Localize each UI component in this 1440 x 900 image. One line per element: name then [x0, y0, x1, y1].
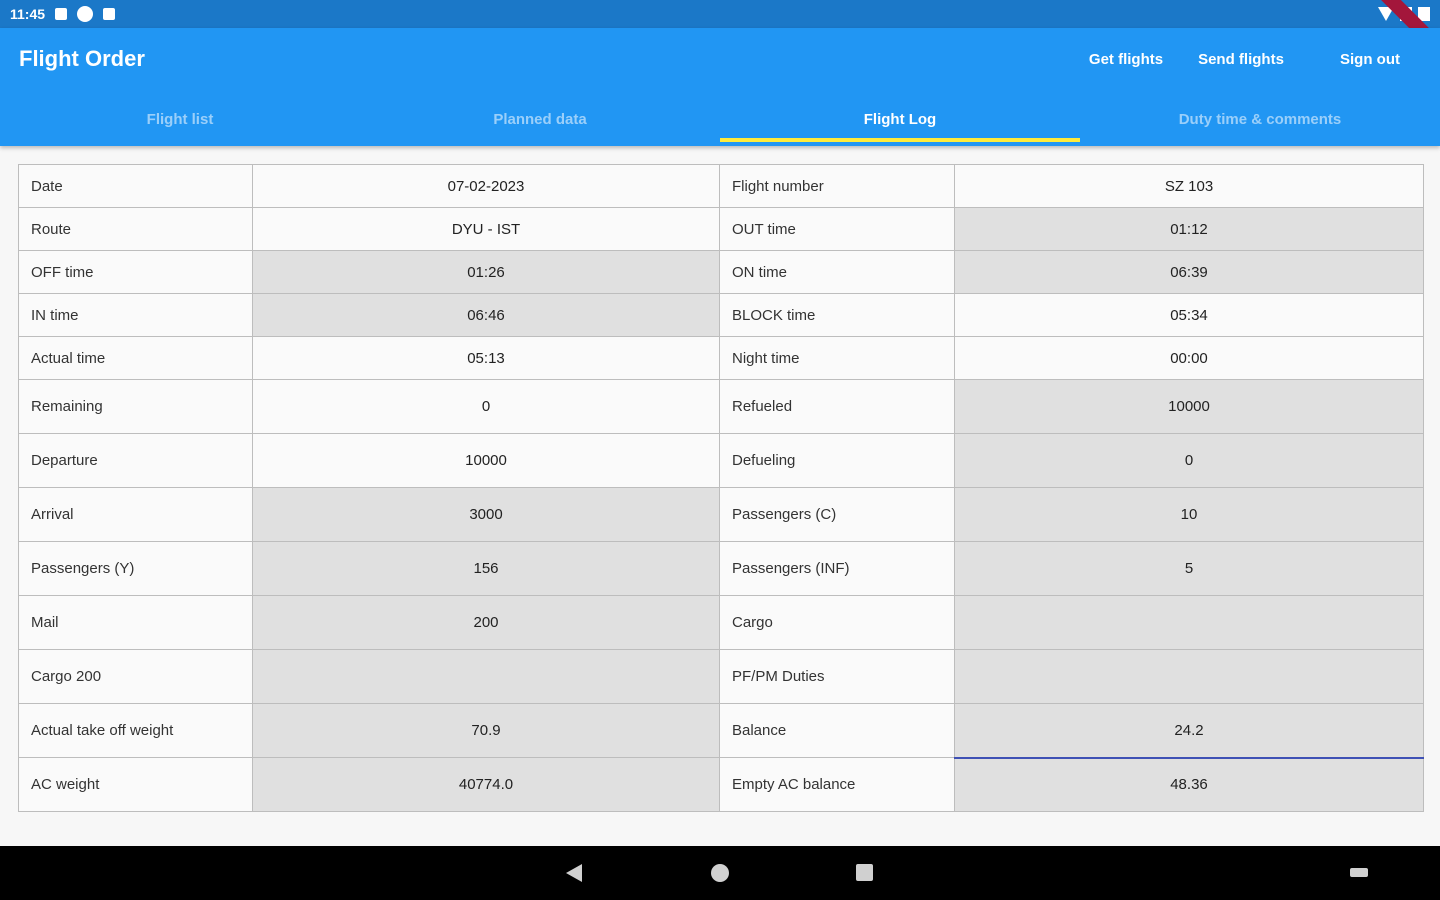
cell-label: BLOCK time	[719, 293, 955, 337]
cargo-field[interactable]	[954, 595, 1424, 650]
cell-label: IN time	[18, 293, 253, 337]
table-row: Route DYU - IST OUT time 01:12	[18, 207, 1424, 251]
keyboard-icon[interactable]	[1350, 868, 1368, 877]
cell-label: Cargo 200	[18, 649, 253, 704]
sign-out-button[interactable]: Sign out	[1320, 28, 1420, 90]
passengers-y-field[interactable]: 156	[252, 541, 720, 596]
cell-label: OFF time	[18, 250, 253, 294]
actual-takeoff-weight-field[interactable]: 70.9	[252, 703, 720, 758]
pf-pm-duties-field[interactable]	[954, 649, 1424, 704]
cell-label: Actual take off weight	[18, 703, 253, 758]
cell-label: Defueling	[719, 433, 955, 488]
table-row: Actual take off weight 70.9 Balance 24.2	[18, 703, 1424, 759]
refueled-field[interactable]: 10000	[954, 379, 1424, 434]
app-bar: Flight Order Get flights Send flights Si…	[0, 28, 1440, 146]
out-time-field[interactable]: 01:12	[954, 207, 1424, 251]
departure-value: 10000	[252, 433, 720, 488]
arrival-field[interactable]: 3000	[252, 487, 720, 542]
cell-label: AC weight	[18, 757, 253, 812]
table-row: AC weight 40774.0 Empty AC balance 48.36	[18, 757, 1424, 812]
home-icon[interactable]	[711, 864, 729, 882]
cell-label: Arrival	[18, 487, 253, 542]
cell-label: ON time	[719, 250, 955, 294]
cell-label: Balance	[719, 703, 955, 758]
block-time-value: 05:34	[954, 293, 1424, 337]
tab-duty-time[interactable]: Duty time & comments	[1080, 96, 1440, 142]
off-time-field[interactable]: 01:26	[252, 250, 720, 294]
passengers-c-field[interactable]: 10	[954, 487, 1424, 542]
cell-label: Empty AC balance	[719, 757, 955, 812]
defueling-field[interactable]: 0	[954, 433, 1424, 488]
cell-label: Flight number	[719, 164, 955, 208]
cell-label: Refueled	[719, 379, 955, 434]
cell-label: OUT time	[719, 207, 955, 251]
notification-icon	[55, 8, 68, 20]
status-time: 11:45	[10, 6, 46, 22]
table-row: Actual time 05:13 Night time 00:00	[18, 336, 1424, 380]
recent-apps-icon[interactable]	[856, 864, 873, 881]
tab-planned-data[interactable]: Planned data	[360, 96, 720, 142]
tab-flight-list[interactable]: Flight list	[0, 96, 360, 142]
ac-weight-field[interactable]: 40774.0	[252, 757, 720, 812]
table-row: Date 07-02-2023 Flight number SZ 103	[18, 164, 1424, 208]
on-time-field[interactable]: 06:39	[954, 250, 1424, 294]
cell-label: Route	[18, 207, 253, 251]
cargo-200-field[interactable]	[252, 649, 720, 704]
cell-label: Departure	[18, 433, 253, 488]
flight-log-table: Date 07-02-2023 Flight number SZ 103 Rou…	[18, 164, 1424, 812]
table-row: OFF time 01:26 ON time 06:39	[18, 250, 1424, 294]
actual-time-value: 05:13	[252, 336, 720, 380]
balance-field[interactable]: 24.2	[954, 703, 1424, 759]
cell-label: PF/PM Duties	[719, 649, 955, 704]
system-nav-bar	[0, 846, 1440, 900]
table-row: Departure 10000 Defueling 0	[18, 433, 1424, 488]
mail-field[interactable]: 200	[252, 595, 720, 650]
cell-label: Mail	[18, 595, 253, 650]
cell-label: Remaining	[18, 379, 253, 434]
table-row: Arrival 3000 Passengers (C) 10	[18, 487, 1424, 542]
table-row: Remaining 0 Refueled 10000	[18, 379, 1424, 434]
send-flights-button[interactable]: Send flights	[1182, 28, 1300, 90]
cell-label: Passengers (INF)	[719, 541, 955, 596]
passengers-inf-field[interactable]: 5	[954, 541, 1424, 596]
table-row: Cargo 200 PF/PM Duties	[18, 649, 1424, 704]
back-icon[interactable]	[566, 864, 582, 882]
route-value: DYU - IST	[252, 207, 720, 251]
empty-ac-balance-field[interactable]: 48.36	[954, 757, 1424, 812]
remaining-value: 0	[252, 379, 720, 434]
table-row: IN time 06:46 BLOCK time 05:34	[18, 293, 1424, 337]
table-row: Mail 200 Cargo	[18, 595, 1424, 650]
active-tab-indicator	[720, 138, 1080, 142]
flight-number-value: SZ 103	[954, 164, 1424, 208]
cell-label: Passengers (C)	[719, 487, 955, 542]
get-flights-button[interactable]: Get flights	[1072, 28, 1180, 90]
date-value: 07-02-2023	[252, 164, 720, 208]
cell-label: Cargo	[719, 595, 955, 650]
sd-card-icon	[103, 8, 116, 20]
status-bar: 11:45	[0, 0, 1440, 62]
tab-flight-log[interactable]: Flight Log	[720, 96, 1080, 142]
table-row: Passengers (Y) 156 Passengers (INF) 5	[18, 541, 1424, 596]
night-time-value: 00:00	[954, 336, 1424, 380]
cell-label: Date	[18, 164, 253, 208]
cell-label: Passengers (Y)	[18, 541, 253, 596]
in-time-field[interactable]: 06:46	[252, 293, 720, 337]
cell-label: Night time	[719, 336, 955, 380]
app-title: Flight Order	[19, 46, 145, 71]
cell-label: Actual time	[18, 336, 253, 380]
app-notification-icon	[77, 6, 94, 22]
